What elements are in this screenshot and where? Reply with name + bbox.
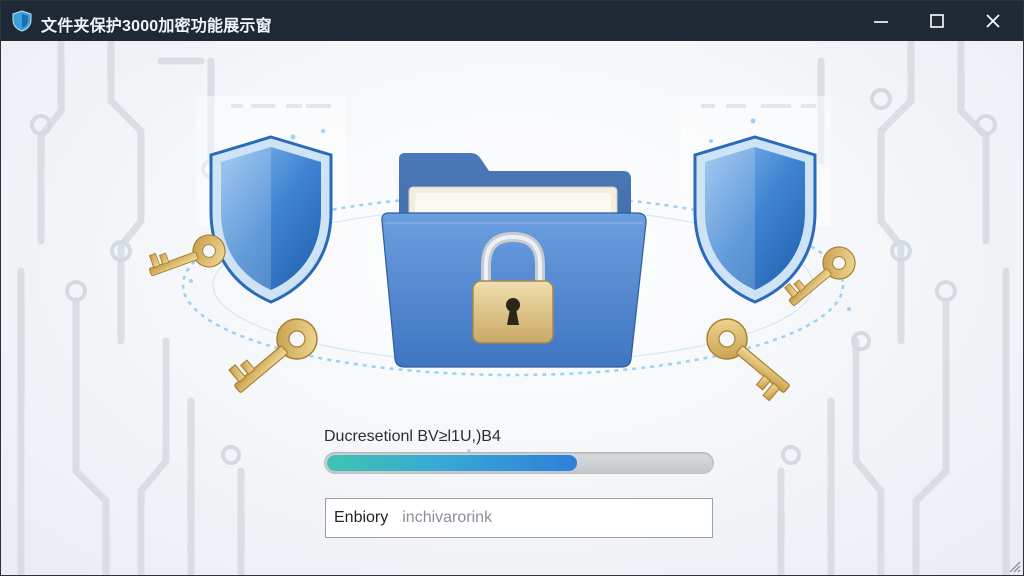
- progress-bar: [324, 452, 714, 474]
- app-window: 文件夹保护3000加密功能展示窗 Ducresetionl BV≥l1U,)B4…: [0, 0, 1024, 576]
- shield-icon-left: [209, 135, 333, 304]
- close-icon: [986, 14, 1000, 28]
- shield-icon-right: [693, 135, 817, 304]
- key-icon-left-top: [144, 229, 231, 288]
- content-area: Ducresetionl BV≥l1U,)B4 Enbiory: [1, 41, 1023, 575]
- text-input-box[interactable]: Enbiory: [325, 498, 713, 538]
- maximize-button[interactable]: [909, 1, 965, 41]
- input-label: Enbiory: [334, 509, 389, 526]
- status-label: Ducresetionl BV≥l1U,)B4: [324, 428, 501, 445]
- close-button[interactable]: [965, 1, 1021, 41]
- resize-grip-icon[interactable]: [1007, 559, 1021, 573]
- minimize-button[interactable]: [853, 1, 909, 41]
- shield-app-icon: [12, 10, 32, 32]
- locked-folder-icon: [381, 153, 647, 368]
- window-title: 文件夹保护3000加密功能展示窗: [41, 18, 272, 35]
- minimize-icon: [874, 21, 888, 23]
- encryption-illustration: [17, 41, 1010, 575]
- key-icon-left-bottom: [223, 310, 326, 406]
- text-input-field[interactable]: [402, 509, 683, 527]
- title-bar[interactable]: 文件夹保护3000加密功能展示窗: [1, 1, 1023, 41]
- maximize-icon: [930, 14, 944, 28]
- progress-fill: [327, 455, 577, 471]
